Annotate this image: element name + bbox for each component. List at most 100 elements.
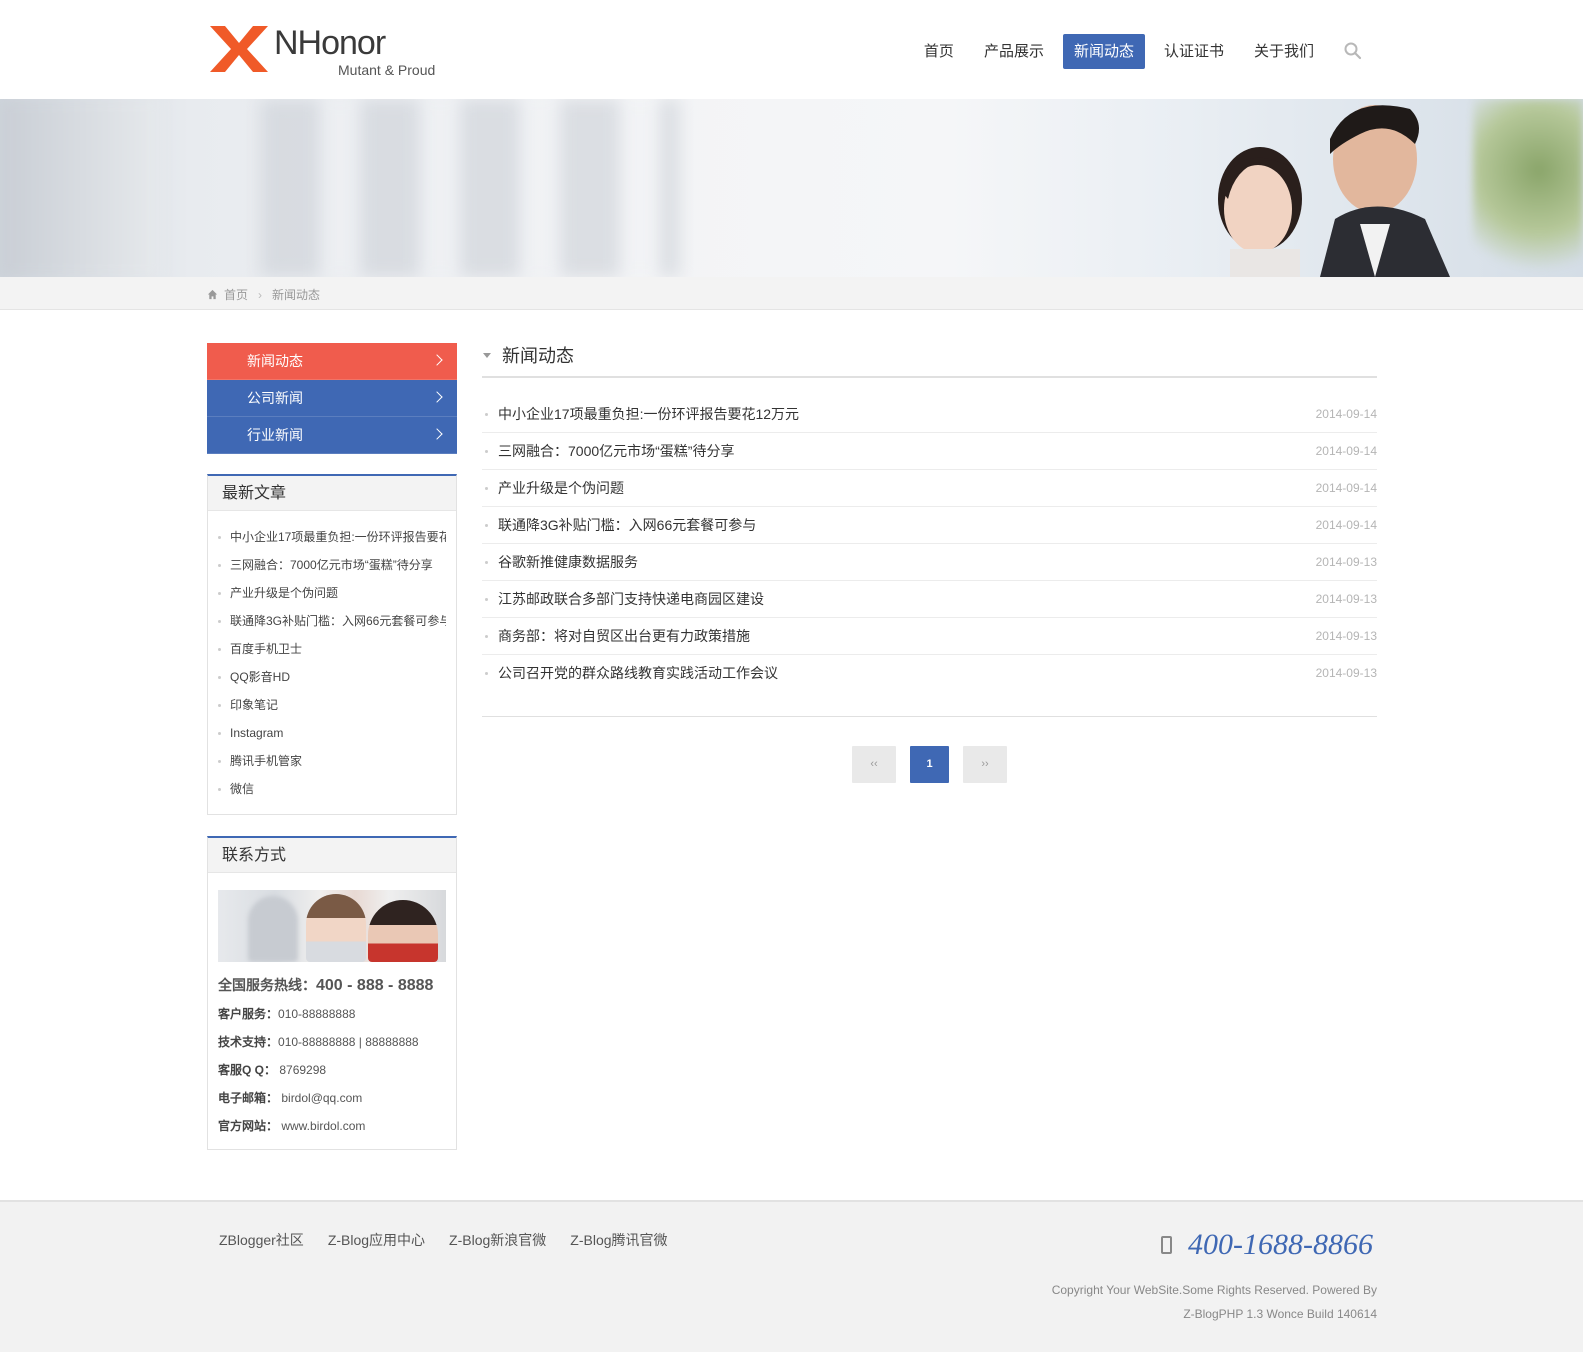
news-item: 谷歌新推健康数据服务 2014-09-13 [482,544,1377,581]
section-title: 新闻动态 [482,340,1377,378]
site-logo[interactable]: NHonor Mutant & Proud [210,24,450,80]
nav-item-about[interactable]: 关于我们 [1243,34,1325,69]
nav-item-products[interactable]: 产品展示 [973,34,1055,69]
chevron-right-icon [431,428,443,440]
category-item-news[interactable]: 新闻动态 [207,343,457,380]
phone-icon [1161,1236,1173,1254]
copyright-line-2: Z-BlogPHP 1.3 Wonce Build 140614 [1183,1307,1377,1321]
search-icon[interactable] [1343,41,1363,61]
latest-article-link[interactable]: 微信 [218,775,446,803]
news-date: 2014-09-14 [1315,407,1377,421]
news-date: 2014-09-14 [1315,518,1377,532]
latest-articles-widget: 最新文章 中小企业17项最重负担:一份环评报告要花12万元 三网融合：7000亿… [207,474,457,815]
latest-articles-list: 中小企业17项最重负担:一份环评报告要花12万元 三网融合：7000亿元市场“蛋… [208,511,456,803]
breadcrumb: 首页 › 新闻动态 [207,286,320,303]
latest-article-link[interactable]: QQ影音HD [218,663,446,691]
banner-blur-left [0,99,160,277]
contact-widget: 联系方式 全国服务热线：400 - 888 - 8888 客户服务：010-88… [207,836,457,1150]
section-title-text: 新闻动态 [502,346,574,366]
latest-article-link[interactable]: 中小企业17项最重负担:一份环评报告要花12万元 [218,523,446,551]
news-title-link[interactable]: 产业升级是个伪问题 [498,470,624,506]
logo-x-mark [210,26,268,72]
brand-tagline: Mutant & Proud [338,62,436,78]
news-list: 中小企业17项最重负担:一份环评报告要花12万元 2014-09-14 三网融合：… [482,396,1377,692]
copyright-line-1: Copyright Your WebSite.Some Rights Reser… [1051,1283,1377,1297]
news-item: 中小企业17项最重负担:一份环评报告要花12万元 2014-09-14 [482,396,1377,433]
page-button-current[interactable]: 1 [910,746,949,783]
contact-line-website: 官方网站： www.birdol.com [218,1119,366,1133]
news-title-link[interactable]: 中小企业17项最重负担:一份环评报告要花12万元 [498,396,799,432]
news-item: 联通降3G补贴门槛：入网66元套餐可参与 2014-09-14 [482,507,1377,544]
news-title-link[interactable]: 江苏邮政联合多部门支持快递电商园区建设 [498,581,764,617]
news-date: 2014-09-13 [1315,555,1377,569]
news-date: 2014-09-13 [1315,666,1377,680]
footer-phone: 400-1688-8866 [1161,1228,1373,1262]
category-item-label: 行业新闻 [247,427,303,443]
latest-article-link[interactable]: 产业升级是个伪问题 [218,579,446,607]
news-title-link[interactable]: 三网融合：7000亿元市场“蛋糕”待分享 [498,433,734,469]
news-title-link[interactable]: 商务部：将对自贸区出台更有力政策措施 [498,618,750,654]
latest-article-link[interactable]: 三网融合：7000亿元市场“蛋糕”待分享 [218,551,446,579]
prev-page-button[interactable]: ‹‹ [852,746,896,783]
nav-item-home[interactable]: 首页 [913,34,965,69]
hotline: 全国服务热线：400 - 888 - 8888 [218,970,433,1000]
news-item: 产业升级是个伪问题 2014-09-14 [482,470,1377,507]
list-divider [482,716,1377,717]
main-nav: 首页 产品展示 新闻动态 认证证书 关于我们 [905,33,1363,69]
news-date: 2014-09-13 [1315,629,1377,643]
footer-link[interactable]: Z-Blog应用中心 [328,1230,425,1250]
news-title-link[interactable]: 谷歌新推健康数据服务 [498,544,638,580]
site-header: NHonor Mutant & Proud 首页 产品展示 新闻动态 认证证书 … [0,0,1583,99]
news-item: 商务部：将对自贸区出台更有力政策措施 2014-09-13 [482,618,1377,655]
latest-article-link[interactable]: 印象笔记 [218,691,446,719]
banner-blur-buildings [260,99,680,277]
brand-name: NHonor [274,24,386,62]
news-section: 新闻动态 中小企业17项最重负担:一份环评报告要花12万元 2014-09-14 … [482,340,1377,717]
hero-banner [0,99,1583,277]
contact-line-service: 客户服务：010-88888888 [218,1007,356,1021]
chevron-right-icon [431,354,443,366]
latest-article-link[interactable]: 联通降3G补贴门槛：入网66元套餐可参与 [218,607,446,635]
news-date: 2014-09-14 [1315,481,1377,495]
latest-article-link[interactable]: 腾讯手机管家 [218,747,446,775]
footer-link[interactable]: ZBlogger社区 [219,1230,304,1250]
hotline-label: 全国服务热线： [218,977,316,993]
next-page-button[interactable]: ›› [963,746,1007,783]
category-item-label: 新闻动态 [247,353,303,369]
contact-line-email: 电子邮箱： birdol@qq.com [218,1091,363,1105]
widget-title: 最新文章 [208,476,456,511]
contact-info: 全国服务热线：400 - 888 - 8888 客户服务：010-8888888… [218,970,433,1140]
footer-phone-number: 400-1688-8866 [1188,1228,1373,1261]
breadcrumb-separator-icon: › [258,287,263,302]
category-item-industry-news[interactable]: 行业新闻 [207,417,457,454]
news-item: 三网融合：7000亿元市场“蛋糕”待分享 2014-09-14 [482,433,1377,470]
news-title-link[interactable]: 联通降3G补贴门槛：入网66元套餐可参与 [498,507,756,543]
category-menu: 新闻动态 公司新闻 行业新闻 [207,343,457,454]
category-item-label: 公司新闻 [247,390,303,406]
news-title-link[interactable]: 公司召开党的群众路线教育实践活动工作会议 [498,655,778,692]
banner-tree [1473,99,1583,277]
news-item: 江苏邮政联合多部门支持快递电商园区建设 2014-09-13 [482,581,1377,618]
hotline-number: 400 - 888 - 8888 [316,977,434,994]
breadcrumb-bar: 首页 › 新闻动态 [0,277,1583,310]
footer-link[interactable]: Z-Blog新浪官微 [449,1230,546,1250]
latest-article-link[interactable]: Instagram [218,719,446,747]
footer-link[interactable]: Z-Blog腾讯官微 [570,1230,667,1250]
nav-item-news[interactable]: 新闻动态 [1062,33,1145,69]
caret-down-icon [483,353,491,358]
chevron-right-icon [431,391,443,403]
copyright: Copyright Your WebSite.Some Rights Reser… [1052,1278,1377,1326]
news-item: 公司召开党的群众路线教育实践活动工作会议 2014-09-13 [482,655,1377,692]
nav-item-certificates[interactable]: 认证证书 [1153,34,1235,69]
news-date: 2014-09-14 [1315,444,1377,458]
contact-line-qq: 客服Q Q： 8769298 [218,1063,327,1077]
news-date: 2014-09-13 [1315,592,1377,606]
widget-title: 联系方式 [208,838,456,873]
site-footer: ZBlogger社区 Z-Blog应用中心 Z-Blog新浪官微 Z-Blog腾… [0,1200,1583,1352]
contact-line-support: 技术支持：010-88888888 | 88888888 [218,1035,419,1049]
category-item-company-news[interactable]: 公司新闻 [207,380,457,417]
latest-article-link[interactable]: 百度手机卫士 [218,635,446,663]
breadcrumb-home[interactable]: 首页 [224,286,248,303]
footer-links: ZBlogger社区 Z-Blog应用中心 Z-Blog新浪官微 Z-Blog腾… [219,1230,692,1250]
breadcrumb-current: 新闻动态 [272,288,321,302]
